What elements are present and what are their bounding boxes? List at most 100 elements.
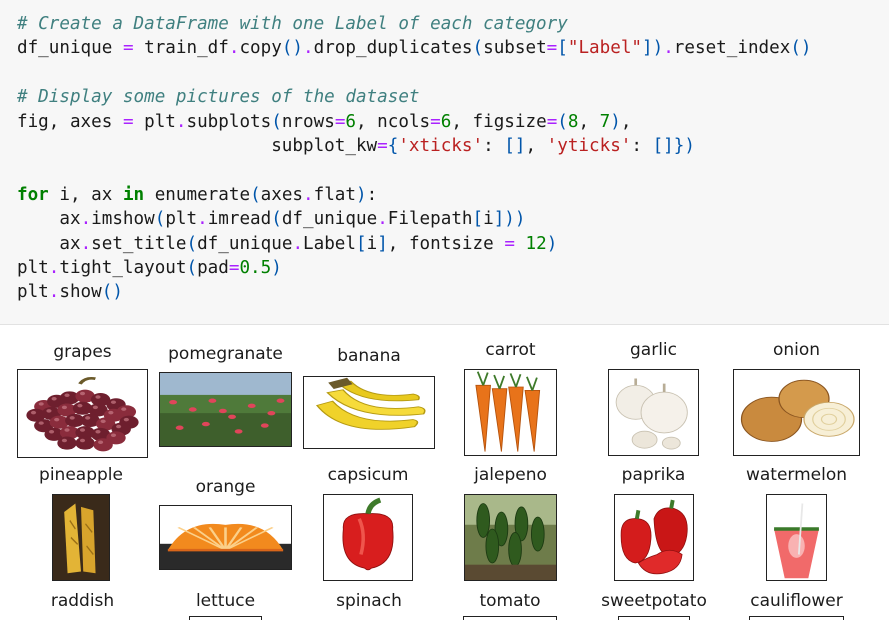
code-token: (	[250, 184, 261, 205]
code-token: 6	[345, 111, 356, 132]
subplot-raddish: raddish	[17, 591, 148, 618]
code-token: ]))	[493, 209, 526, 230]
subplot-image	[733, 369, 860, 456]
code-token: (	[271, 111, 282, 132]
code-token: )	[610, 111, 621, 132]
jalepeno-picture	[465, 495, 556, 580]
code-token: =	[546, 111, 558, 132]
subplot-image	[189, 616, 262, 620]
subplot-title: tomato	[479, 591, 541, 611]
code-editor[interactable]: # Create a DataFrame with one Label of e…	[17, 12, 812, 305]
subplot-banana: banana	[303, 346, 435, 449]
subplot-image	[52, 494, 110, 581]
code-token: copy	[239, 38, 282, 59]
code-token: (	[271, 209, 282, 230]
code-token: , fontsize	[387, 233, 505, 254]
subplot-title: raddish	[50, 591, 115, 611]
subplot-title: capsicum	[327, 465, 409, 485]
code-line: fig, axes = plt.subplots(nrows=6, ncols=…	[17, 110, 812, 134]
subplot-title: pineapple	[39, 465, 123, 485]
code-token: reset_index	[673, 38, 791, 59]
pomegranate-picture	[160, 373, 291, 446]
code-token: train_df	[133, 38, 229, 59]
code-token: ])	[642, 38, 664, 59]
carrot-picture	[465, 370, 556, 455]
code-token: fig, axes	[17, 111, 123, 132]
code-token: .	[80, 233, 92, 254]
subplot-garlic: garlic	[608, 340, 699, 456]
code-token: [	[557, 38, 568, 59]
grapes-picture	[18, 370, 147, 457]
code-token: 'xticks'	[398, 135, 484, 156]
code-token: in	[122, 184, 145, 205]
code-token: plt	[133, 111, 176, 132]
code-token: for	[17, 184, 49, 205]
code-token: .	[48, 257, 60, 278]
code-token: :	[366, 184, 378, 205]
code-token: tight_layout	[59, 257, 187, 278]
code-line: subplot_kw={'xticks': [], 'yticks': []})	[17, 134, 812, 158]
subplot-paprika: paprika	[608, 465, 699, 581]
code-token: ()	[101, 282, 123, 303]
code-token: i	[483, 209, 494, 230]
code-token: subplots	[186, 111, 272, 132]
code-token: df_unique	[197, 233, 293, 254]
subplot-image	[464, 369, 557, 456]
output-area: grapes pomegranate banana carrot garlic …	[0, 326, 889, 620]
code-token: .	[663, 38, 674, 59]
subplot-image	[159, 505, 292, 570]
code-token: .	[175, 111, 187, 132]
subplot-sweetpotato: sweetpotato	[590, 591, 718, 620]
code-token: .	[303, 184, 314, 205]
code-token: (	[186, 233, 198, 254]
code-cell[interactable]: # Create a DataFrame with one Label of e…	[0, 0, 889, 325]
watermelon-picture	[767, 495, 826, 580]
code-token: =	[546, 38, 558, 59]
code-token: =	[377, 135, 388, 156]
pineapple-picture	[53, 495, 109, 580]
code-token: )	[546, 233, 558, 254]
code-token: subset	[483, 38, 547, 59]
code-token: axes	[260, 184, 304, 205]
code-token: :	[483, 135, 505, 156]
code-token: [	[472, 209, 484, 230]
subplot-title: lettuce	[195, 591, 256, 611]
code-token: df_unique	[17, 38, 123, 59]
code-token: =	[122, 38, 134, 59]
code-token: set_title	[91, 233, 187, 254]
subplot-spinach: spinach	[303, 591, 435, 618]
code-token: , ncols	[356, 111, 431, 132]
code-token: .	[377, 209, 388, 230]
subplot-title: jalepeno	[474, 465, 547, 485]
code-token: (	[186, 257, 198, 278]
code-line: # Display some pictures of the dataset	[17, 85, 812, 109]
code-token: ,	[578, 111, 600, 132]
code-token: 7	[599, 111, 611, 132]
subplot-title: garlic	[630, 340, 677, 360]
code-token: ,	[620, 111, 632, 132]
subplot-cauliflower: cauliflower	[733, 591, 860, 620]
code-token: .	[303, 38, 314, 59]
subplot-tomato: tomato	[449, 591, 571, 620]
code-token: # Create a DataFrame with one Label of e…	[17, 14, 568, 34]
code-token: i, ax	[48, 184, 123, 205]
code-token: .	[197, 209, 208, 230]
code-line: ax.imshow(plt.imread(df_unique.Filepath[…	[17, 207, 812, 231]
code-token: (	[154, 209, 166, 230]
code-token: .	[228, 38, 240, 59]
subplot-orange: orange	[159, 477, 292, 570]
subplot-title: onion	[772, 340, 821, 360]
subplot-capsicum: capsicum	[323, 465, 413, 581]
subplot-onion: onion	[733, 340, 860, 456]
code-token: imshow	[91, 209, 155, 230]
subplot-title: spinach	[336, 591, 402, 611]
subplot-jalepeno: jalepeno	[464, 465, 557, 581]
code-token: )	[271, 257, 282, 278]
subplot-image	[159, 372, 292, 447]
code-token: =	[228, 257, 240, 278]
code-token: =	[430, 111, 441, 132]
code-token: , figsize	[451, 111, 547, 132]
code-token: imread	[207, 209, 272, 230]
